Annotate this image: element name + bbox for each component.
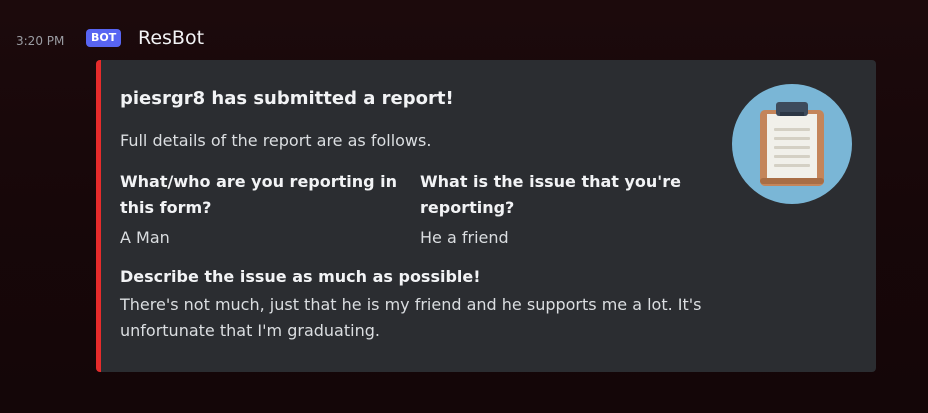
field-value: He a friend [420, 228, 509, 247]
message: 3:20 PM BOT ResBot piesrgr8 has submitte… [0, 0, 928, 413]
embed-field-issue: What is the issue that you're reporting?… [420, 169, 710, 251]
bot-badge: BOT [86, 29, 122, 47]
embed-description: Full details of the report are as follow… [120, 131, 432, 150]
field-name: Describe the issue as much as possible! [120, 267, 481, 286]
embed-accent-bar [96, 60, 101, 372]
field-value: There's not much, just that he is my fri… [120, 295, 702, 340]
field-name: What/who are you reporting in this form? [120, 172, 398, 217]
field-value: A Man [120, 228, 170, 247]
clipboard-icon[interactable] [732, 84, 852, 204]
report-embed: piesrgr8 has submitted a report! Full de… [96, 60, 876, 372]
message-timestamp[interactable]: 3:20 PM [16, 34, 64, 48]
field-name: What is the issue that you're reporting? [420, 172, 681, 217]
embed-field-reporting-who: What/who are you reporting in this form?… [120, 169, 410, 251]
embed-field-description: Describe the issue as much as possible! … [120, 264, 720, 344]
embed-title: piesrgr8 has submitted a report! [120, 88, 454, 109]
username[interactable]: ResBot [138, 27, 204, 49]
